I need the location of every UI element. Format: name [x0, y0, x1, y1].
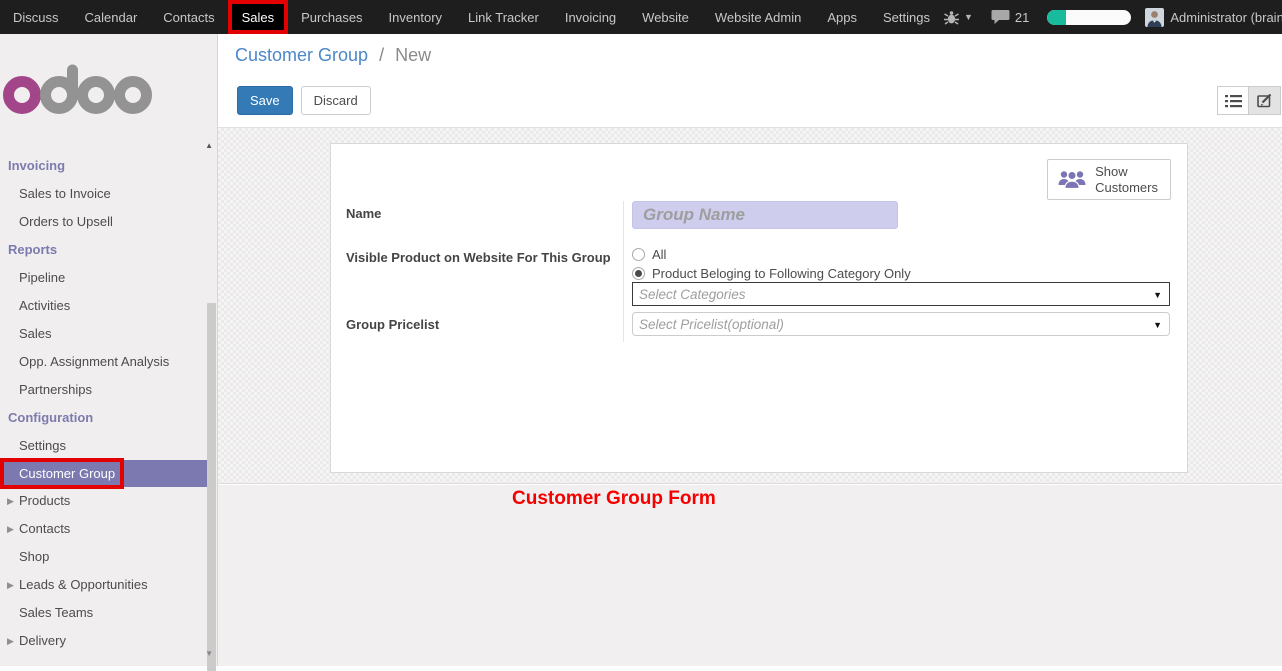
dropdown-caret-icon: ▼ [1153, 290, 1162, 300]
menu-item-website[interactable]: Website [629, 0, 702, 34]
sidebar-item-pipeline[interactable]: Pipeline [0, 264, 208, 292]
menu-item-settings[interactable]: Settings [870, 0, 943, 34]
sidebar-section-invoicing: Invoicing [0, 152, 208, 180]
visible-product-label: Visible Product on Website For This Grou… [346, 245, 623, 282]
sidebar-item-customer-group[interactable]: Customer Group [0, 460, 208, 487]
sidebar-item-customer-group-label: Customer Group [19, 466, 115, 481]
menu-item-invoicing[interactable]: Invoicing [552, 0, 629, 34]
menu-item-purchases[interactable]: Purchases [288, 0, 375, 34]
menu-item-contacts[interactable]: Contacts [150, 0, 227, 34]
select-pricelist-placeholder: Select Pricelist(optional) [639, 317, 784, 332]
menu-item-calendar[interactable]: Calendar [72, 0, 151, 34]
radio-all-icon[interactable] [632, 248, 645, 261]
menu-item-discuss[interactable]: Discuss [0, 0, 72, 34]
sidebar-item-products-label: Products [19, 493, 70, 508]
messages-bubble-icon[interactable] [991, 9, 1010, 25]
sidebar-item-leads-label: Leads & Opportunities [19, 577, 148, 592]
sidebar-item-delivery[interactable]: ▶ Delivery [0, 627, 208, 655]
dropdown-caret-icon: ▼ [1153, 320, 1162, 330]
expand-caret-icon: ▶ [7, 627, 14, 655]
customer-group-form-card: Show Customers Name Visible Product on W… [330, 143, 1188, 473]
radio-category-label: Product Beloging to Following Category O… [652, 266, 911, 281]
sidebar-menu: Invoicing Sales to Invoice Orders to Ups… [0, 152, 208, 655]
breadcrumb-separator: / [379, 45, 384, 65]
sidebar-item-opp-assignment-analysis[interactable]: Opp. Assignment Analysis [0, 348, 208, 376]
annotation-caption: Customer Group Form [512, 488, 716, 510]
discard-button[interactable]: Discard [301, 86, 371, 115]
radio-category-icon[interactable] [632, 267, 645, 280]
menu-item-apps[interactable]: Apps [814, 0, 870, 34]
empty-label-cell [346, 282, 623, 312]
sidebar-item-activities[interactable]: Activities [0, 292, 208, 320]
list-view-button[interactable] [1217, 86, 1249, 115]
select-pricelist-dropdown[interactable]: Select Pricelist(optional) ▼ [632, 312, 1170, 336]
sidebar-item-delivery-label: Delivery [19, 633, 66, 648]
menu-item-website-admin[interactable]: Website Admin [702, 0, 814, 34]
name-field-cell [623, 201, 1174, 245]
record-action-buttons: Save Discard [237, 86, 371, 115]
name-field-label: Name [346, 201, 623, 245]
topbar-right-cluster: ▼ 21 Administrator (braintree) ▼ [943, 0, 1282, 34]
save-button[interactable]: Save [237, 86, 293, 115]
select-categories-dropdown[interactable]: Select Categories ▼ [632, 282, 1170, 306]
radio-all-label: All [652, 247, 666, 262]
sidebar-item-contacts-label: Contacts [19, 521, 70, 536]
pricelist-field-cell: Select Pricelist(optional) ▼ [623, 312, 1174, 342]
sidebar-item-sales-to-invoice[interactable]: Sales to Invoice [0, 180, 208, 208]
sidebar-item-contacts[interactable]: ▶ Contacts [0, 515, 208, 543]
form-view-button[interactable] [1249, 86, 1281, 115]
expand-caret-icon: ▶ [7, 571, 14, 599]
sidebar-item-products[interactable]: ▶ Products [0, 487, 208, 515]
sidebar-item-sales[interactable]: Sales [0, 320, 208, 348]
view-switcher [1217, 86, 1281, 115]
sidebar-item-orders-to-upsell[interactable]: Orders to Upsell [0, 208, 208, 236]
show-customers-button[interactable]: Show Customers [1047, 159, 1171, 200]
group-name-input[interactable] [632, 201, 898, 229]
sidebar-section-configuration: Configuration [0, 404, 208, 432]
form-fields: Name Visible Product on Website For This… [346, 201, 1174, 342]
list-icon [1225, 94, 1242, 108]
user-avatar[interactable] [1145, 8, 1164, 27]
timer-progress-fill [1047, 10, 1066, 25]
page-background [218, 485, 1282, 666]
breadcrumb-current: New [395, 45, 431, 65]
sidebar-scroll-down-icon[interactable]: ▼ [205, 649, 213, 658]
sidebar-item-partnerships[interactable]: Partnerships [0, 376, 208, 404]
sidebar: ▲ Invoicing Sales to Invoice Orders to U… [0, 34, 218, 666]
message-count-badge[interactable]: 21 [1015, 10, 1029, 25]
debug-bug-icon[interactable] [943, 10, 960, 25]
expand-caret-icon: ▶ [7, 515, 14, 543]
expand-caret-icon: ▶ [7, 487, 14, 515]
timer-progress-pill [1047, 10, 1131, 25]
control-panel: Customer Group / New Save Discard [218, 34, 1282, 128]
sidebar-item-settings[interactable]: Settings [0, 432, 208, 460]
sidebar-scroll-up-icon[interactable]: ▲ [205, 141, 213, 150]
categories-field-cell: Select Categories ▼ [623, 282, 1174, 312]
menu-item-link-tracker[interactable]: Link Tracker [455, 0, 552, 34]
sidebar-scrollbar-thumb[interactable] [207, 303, 216, 671]
menu-item-sales[interactable]: Sales [228, 0, 289, 34]
odoo-logo [0, 58, 208, 116]
visible-product-options: All Product Beloging to Following Catego… [623, 245, 1174, 282]
breadcrumb: Customer Group / New [235, 45, 431, 66]
user-menu[interactable]: Administrator (braintree) [1170, 10, 1282, 25]
group-pricelist-label: Group Pricelist [346, 312, 623, 342]
select-categories-placeholder: Select Categories [639, 287, 746, 302]
show-customers-label: Show Customers [1095, 164, 1158, 196]
edit-form-icon [1257, 93, 1273, 108]
content-area: Show Customers Name Visible Product on W… [218, 128, 1282, 484]
sidebar-item-leads-opportunities[interactable]: ▶ Leads & Opportunities [0, 571, 208, 599]
sidebar-item-sales-teams[interactable]: Sales Teams [0, 599, 208, 627]
debug-dropdown-caret-icon[interactable]: ▼ [964, 12, 973, 22]
breadcrumb-parent-link[interactable]: Customer Group [235, 45, 368, 65]
radio-option-all[interactable]: All [632, 245, 1174, 263]
sidebar-section-reports: Reports [0, 236, 208, 264]
sidebar-item-shop[interactable]: Shop [0, 543, 208, 571]
top-menu-bar: Discuss Calendar Contacts Sales Purchase… [0, 0, 1282, 34]
radio-option-category[interactable]: Product Beloging to Following Category O… [632, 264, 1174, 282]
menu-item-inventory[interactable]: Inventory [376, 0, 455, 34]
customers-people-icon [1058, 169, 1086, 190]
